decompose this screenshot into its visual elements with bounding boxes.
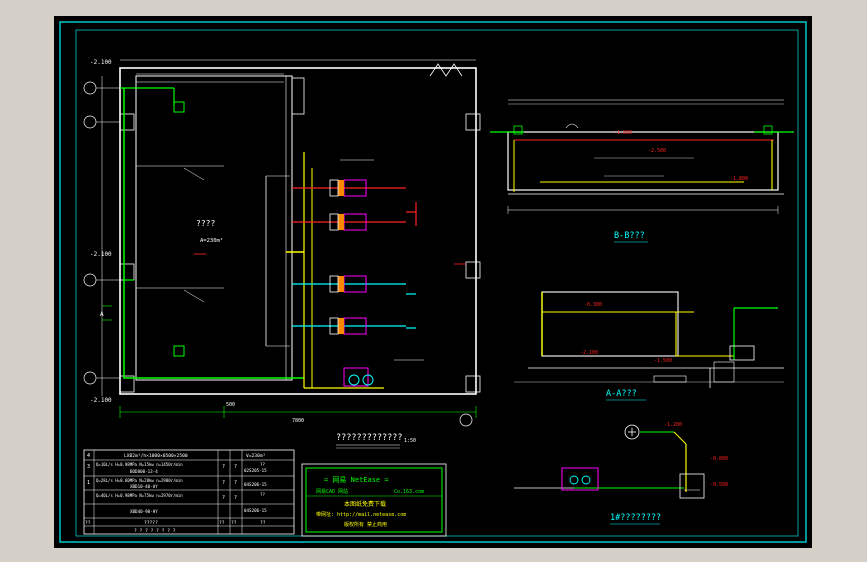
- table-row-6-remark: ??: [260, 492, 266, 497]
- table-row-4-qty2: ?: [234, 480, 237, 486]
- pump-group: [329, 179, 374, 387]
- table-row-1-no: 4: [87, 453, 90, 459]
- bb-level-1: -1.800: [614, 130, 632, 136]
- table-row-6-spec: Q=40L/s H=0.98MPa N=75kw n=2970r/min: [96, 493, 183, 498]
- table-row-5-spec: XBD10-40-HY: [130, 484, 158, 489]
- grid-label-a: A: [100, 311, 104, 318]
- level-label-top: -2.100: [90, 59, 112, 66]
- detail-level-1: -1.200: [664, 422, 682, 428]
- table-row-4-no: 1: [87, 480, 90, 486]
- table-row-2-remark: 02S205-15: [244, 468, 267, 473]
- bb-level-3: -1.800: [730, 176, 748, 182]
- aa-level-2: -2.100: [580, 350, 598, 356]
- table-row-7-remark: 04S206-15: [244, 508, 267, 513]
- table-row-7-spec: XBD40-90-HY: [130, 509, 158, 514]
- level-label-mid: -2.100: [90, 251, 112, 258]
- table-footer-name: ?????: [144, 520, 158, 526]
- table-row-6-qty1: ?: [222, 495, 225, 501]
- section-aa: -0.300 -2.100 -1.500 A-A???: [514, 291, 784, 401]
- equipment-table: 4 LXB2m³/h×1000×0500×2500 V=230m³ 3 Q=10…: [83, 449, 295, 535]
- brand-text: = 网易 NetEase =: [324, 476, 389, 484]
- title-block: = 网易 NetEase = 网易CAD 网站 Co.163.com 本图纸免费…: [301, 463, 447, 537]
- cad-viewer: ???? A=230m² -2.100 -2.100 -2.100 A 7800…: [0, 0, 867, 562]
- detail-title: 1#????????: [610, 513, 661, 523]
- bb-title: B-B???: [614, 231, 645, 241]
- plan-view: ???? A=230m² -2.100 -2.100 -2.100 A 7800…: [83, 59, 481, 449]
- table-footer-remark: ??: [260, 520, 266, 526]
- level-label-bot: -2.100: [90, 397, 112, 404]
- bb-level-2: -2.500: [648, 148, 666, 154]
- table-row-1-remark: V=230m³: [246, 453, 266, 459]
- table-row-2-qty2: ?: [234, 464, 237, 470]
- table-row-2-spec: Q=10L/s H=0.98MPa N=15kw n=1450r/min: [96, 462, 183, 467]
- table-footer-qty2: ??: [231, 520, 237, 526]
- section-bb: -1.800 -2.500 -1.800 B-B???: [490, 99, 794, 243]
- plan-title: ?????????????: [336, 433, 403, 443]
- contact-text: 带网址: http://mail.netease.com: [316, 511, 406, 518]
- cad-name-text: 网易CAD 网站: [316, 488, 348, 495]
- plan-title-scale: 1:50: [404, 438, 416, 444]
- dim-bottom: 7800: [292, 418, 304, 424]
- table-footer-no: ??: [85, 520, 91, 526]
- table-footer-qty1: ??: [219, 520, 225, 526]
- table-row-4-qty1: ?: [222, 480, 225, 486]
- table-row-6-qty2: ?: [234, 495, 237, 501]
- dim-side: 500: [226, 402, 235, 408]
- aa-level-3: -1.500: [654, 358, 672, 364]
- detail-level-2: -0.800: [710, 456, 728, 462]
- table-row-3-spec: BOD800-13-4: [130, 469, 158, 474]
- drawing-canvas[interactable]: ???? A=230m² -2.100 -2.100 -2.100 A 7800…: [54, 16, 812, 548]
- drawing-viewport[interactable]: ???? A=230m² -2.100 -2.100 -2.100 A 7800…: [54, 16, 812, 548]
- table-bottom-marks: ? ? ? ? ? ? ? ?: [134, 528, 176, 534]
- aa-title: A-A???: [606, 389, 637, 399]
- room-label: ????: [196, 219, 215, 228]
- table-row-2-qty1: ?: [222, 464, 225, 470]
- table-row-1-spec: LXB2m³/h×1000×0500×2500: [124, 453, 188, 459]
- table-row-5-remark: 04S206-15: [244, 482, 267, 487]
- table-row-4-spec: Q=28L/s H=0.60MPa N=28kw n=2980r/min: [96, 478, 183, 483]
- aa-level-1: -0.300: [584, 302, 602, 308]
- copyright-text: 版权所有 禁止商用: [344, 521, 387, 528]
- area-label: A=230m²: [200, 237, 223, 244]
- detail-level-3: -0.500: [710, 482, 728, 488]
- site-text: Co.163.com: [394, 489, 424, 495]
- detail-view: -1.200 -0.800 -0.500 1#????????: [514, 422, 728, 525]
- table-row-3-remark: ??: [260, 462, 266, 467]
- slogan-text: 本图纸免费下载: [344, 500, 386, 508]
- table-row-2-no: 3: [87, 464, 90, 470]
